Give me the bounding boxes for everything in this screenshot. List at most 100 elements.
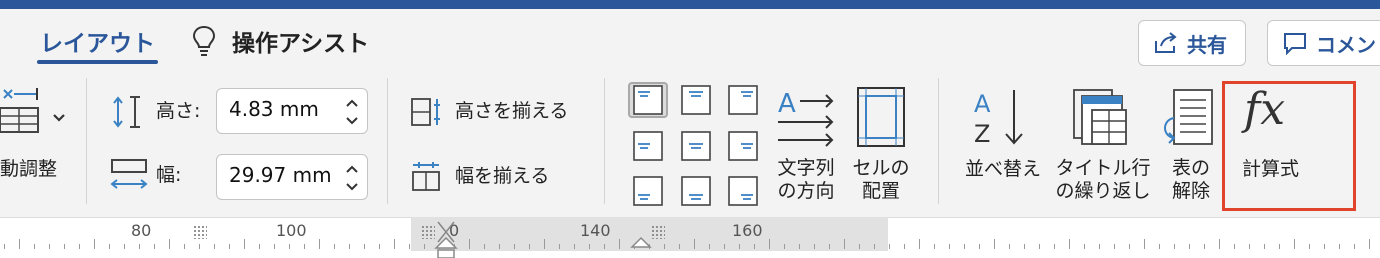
ruler-tick [274,244,275,249]
ruler-tick [709,244,710,249]
active-tab-indicator [37,60,158,64]
ruler-tick [619,239,620,249]
ruler-tick [319,239,320,249]
ruler-tick [1189,244,1190,249]
ruler-tick [1039,244,1040,249]
ruler-tick [799,244,800,249]
row-height-label: 高さ: [156,100,201,122]
ruler-tick [844,239,845,249]
align-bottom-left-icon[interactable] [632,175,664,211]
ruler-tick [964,244,965,249]
ruler-tick [994,239,995,249]
ruler-tick [184,244,185,249]
distribute-rows-label[interactable]: 高さを揃える [455,100,568,123]
ruler-tick [169,239,170,249]
ruler-tick [409,244,410,249]
ruler-tick [889,244,890,249]
align-top-right-icon[interactable] [727,84,759,120]
ruler-tick [679,244,680,249]
ruler-tick [544,239,545,249]
column-width-field[interactable]: 29.97 mm [216,154,368,200]
ruler-tick [949,244,950,249]
share-button[interactable]: 共有 [1138,20,1246,66]
ruler-tick [1339,244,1340,249]
sort-label: 並べ替え [965,158,1042,180]
separator [387,78,388,204]
align-top-center-icon[interactable] [680,84,712,120]
svg-text:A: A [974,90,991,118]
convert-line1: 表の [1171,157,1210,179]
chevron-down-icon[interactable] [52,108,66,122]
ruler-tick [1009,244,1010,249]
ruler-tick [139,244,140,249]
ruler-tick [484,244,485,249]
convert-line2: 解除 [1171,179,1210,202]
ruler-tick [694,239,695,249]
formula-label[interactable]: 計算式 [1242,158,1299,181]
tab-tell-me[interactable]: 操作アシスト [232,24,369,58]
ruler-tick [34,244,35,249]
sort-az-icon[interactable]: AZ [970,86,1030,148]
cell-margins-line1: セルの [852,157,910,179]
ruler-tick [64,244,65,249]
ruler-ticks [0,217,1380,258]
autofit-icon[interactable] [0,86,46,136]
ruler-tick [1099,244,1100,249]
ruler-tick [1129,244,1130,249]
ruler-tick [1249,244,1250,249]
ruler-tick [49,244,50,249]
distribute-rows-icon[interactable] [410,96,442,128]
repeat-header-rows-label: タイトル行 の繰り返し [1052,157,1154,203]
stepper-icon[interactable] [345,161,359,195]
ruler-tick [724,244,725,249]
stepper-icon[interactable] [345,95,359,129]
separator [938,78,939,204]
formula-fx-icon[interactable]: fx [1244,84,1304,144]
ruler-tick [79,244,80,249]
ruler-tick [1324,244,1325,249]
svg-text:A: A [778,89,796,119]
ruler-tick [349,244,350,249]
ruler-tick [874,244,875,249]
align-top-left-icon[interactable] [632,84,664,120]
share-icon [1155,32,1177,53]
separator [604,78,605,204]
ruler-tick [244,239,245,249]
ruler-tick [1024,244,1025,249]
lightbulb-icon[interactable] [190,24,218,58]
ruler-tick [859,244,860,249]
ruler-tick [109,244,110,249]
cell-margins-icon[interactable] [856,86,906,148]
distribute-columns-icon[interactable] [410,160,442,192]
ruler-tick [919,239,920,249]
ruler-tick [94,239,95,249]
ruler-tick [529,244,530,249]
row-height-field[interactable]: 4.83 mm [216,88,368,134]
ruler-tick [1069,239,1070,249]
tab-layout[interactable]: レイアウト [40,24,155,58]
ruler-tick [1159,244,1160,249]
tab-stop-marker[interactable] [630,234,652,248]
align-middle-left-icon[interactable] [632,130,664,166]
separator [86,78,87,204]
indent-marker[interactable] [434,220,458,258]
text-direction-icon[interactable]: A [776,86,836,148]
ruler-tick [394,239,395,249]
distribute-columns-label[interactable]: 幅を揃える [455,165,549,188]
repeat-header-rows-icon[interactable] [1072,86,1130,148]
ruler-tick [1264,244,1265,249]
window-top-bar [0,0,1380,9]
align-middle-center-icon[interactable] [680,130,712,166]
ruler-tick [1219,239,1220,249]
ruler-tick [289,244,290,249]
align-bottom-right-icon[interactable] [727,175,759,211]
ruler-tick [1369,239,1370,249]
comments-button[interactable]: コメン [1267,20,1380,66]
ruler-tick [814,244,815,249]
convert-to-text-icon[interactable] [1160,86,1216,148]
ruler-tick [1084,244,1085,249]
ruler-tick [4,244,5,249]
align-middle-right-icon[interactable] [727,130,759,166]
ruler-tick [829,244,830,249]
align-bottom-center-icon[interactable] [680,175,712,211]
